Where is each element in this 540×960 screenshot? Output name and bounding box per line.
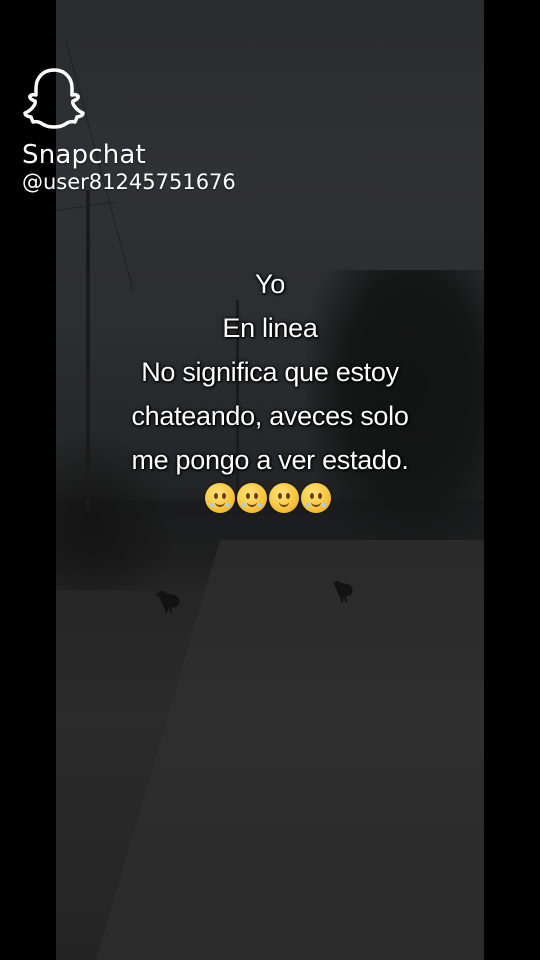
caption-line: No significa que estoy: [141, 357, 399, 387]
caption-line: chateando, aveces solo: [131, 401, 409, 431]
chicken-silhouette: [333, 581, 353, 603]
screen: Snapchat @user81245751676 Yo En linea No…: [0, 0, 540, 960]
watermark-brand: Snapchat: [22, 140, 146, 170]
watermark-username: @user81245751676: [22, 170, 236, 194]
caption-line: En linea: [222, 313, 318, 343]
letterbox-right: [484, 0, 540, 960]
pleading-face-icon: [301, 483, 331, 513]
chicken-silhouette: [155, 591, 180, 614]
snapchat-ghost-icon: [23, 68, 85, 129]
pleading-face-icon: [205, 483, 235, 513]
slightly-smiling-face-icon: [269, 483, 299, 513]
status-caption: Yo En linea No significa que estoy chate…: [56, 262, 484, 482]
caption-line: me pongo a ver estado.: [131, 445, 409, 475]
emoji-row: [205, 483, 335, 517]
pleading-face-icon: [237, 483, 267, 513]
caption-line: Yo: [255, 269, 285, 299]
